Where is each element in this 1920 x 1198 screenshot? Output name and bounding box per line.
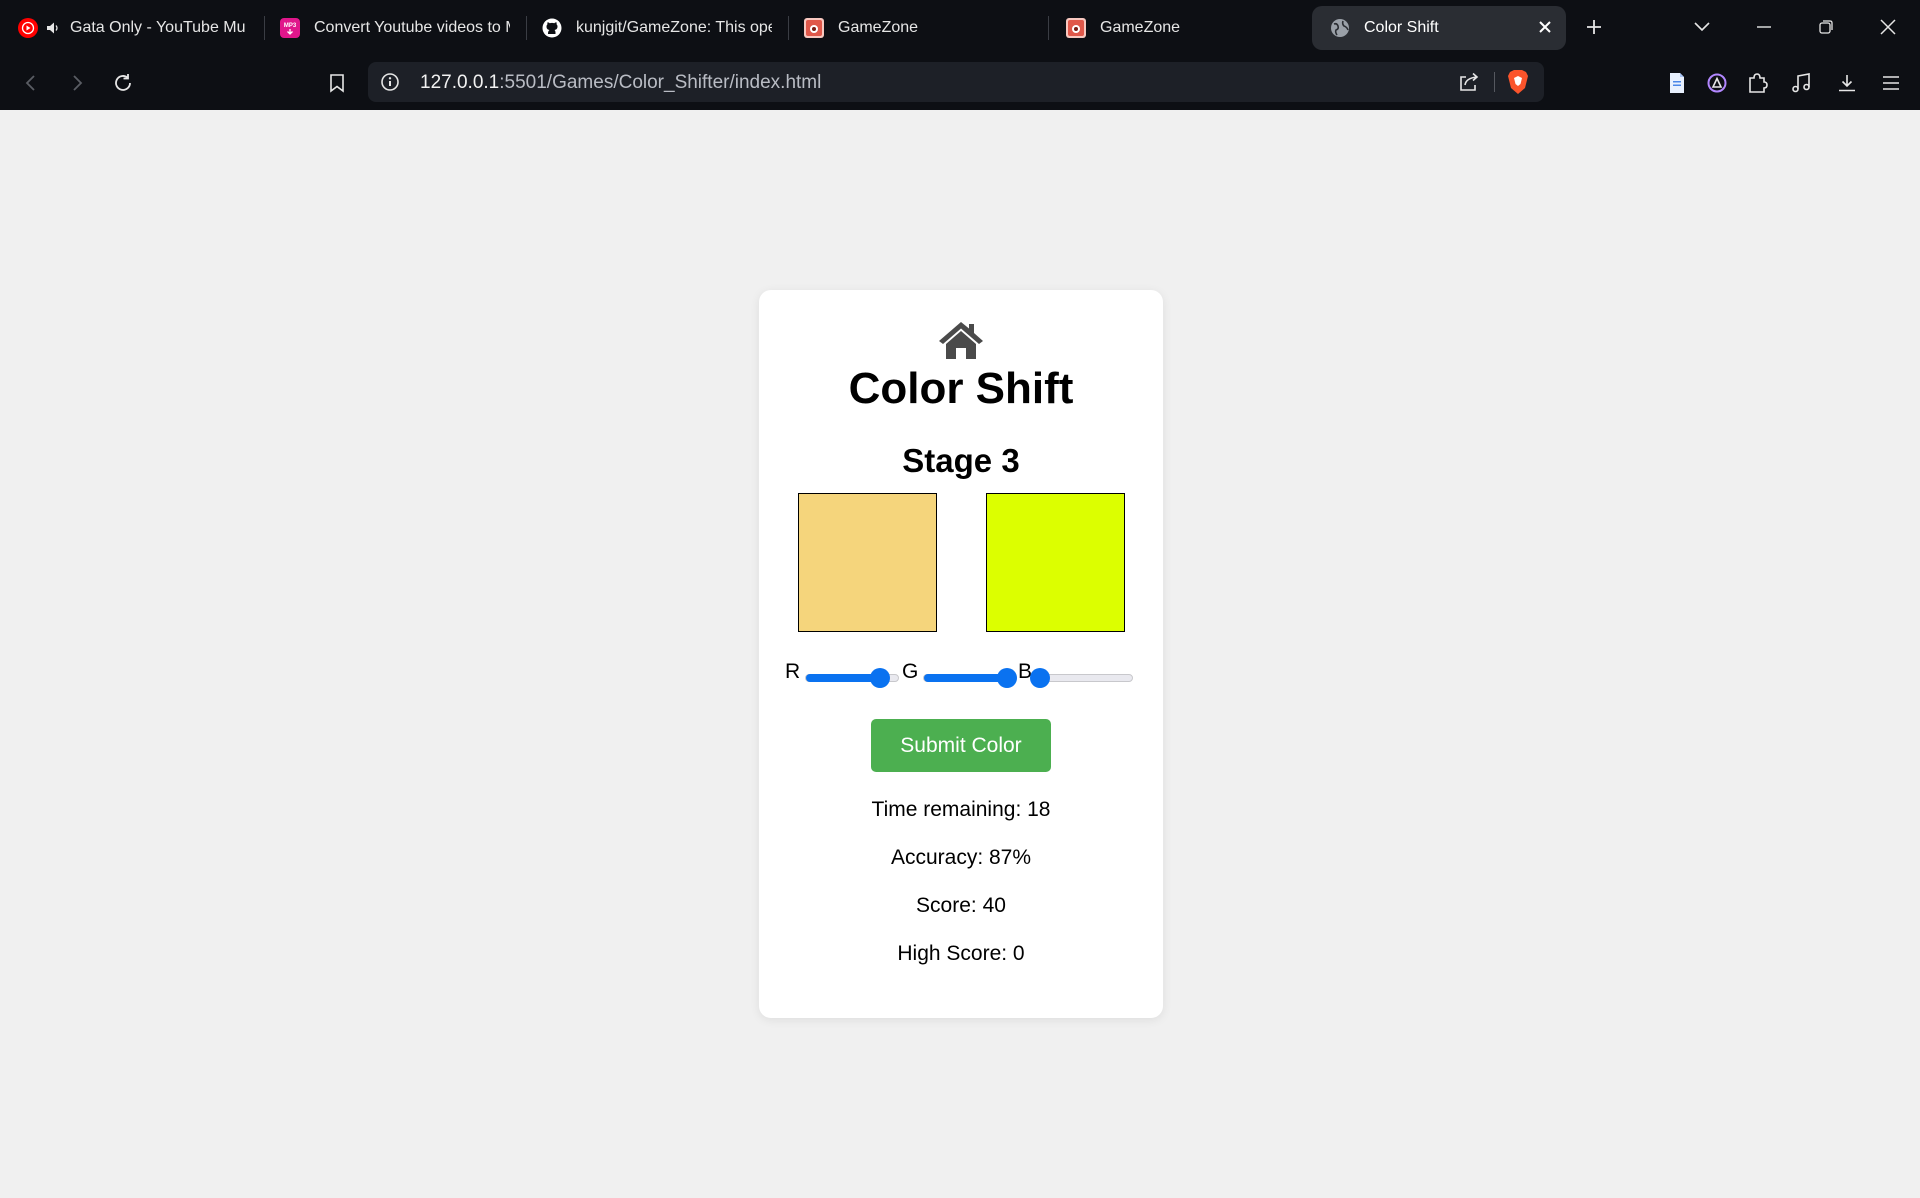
brave-shields-icon[interactable] [1504,68,1532,96]
green-slider-label: G [902,660,919,683]
address-bar[interactable]: 127.0.0.1:5501/Games/Color_Shifter/index… [368,62,1544,102]
svg-text:MP3: MP3 [284,23,297,29]
download-icon [1839,75,1855,92]
globe-icon [1330,18,1350,38]
url-text: 127.0.0.1:5501/Games/Color_Shifter/index… [420,72,821,94]
downloads-button[interactable] [1830,66,1864,100]
restore-button[interactable] [1808,10,1844,44]
red-slider-thumb[interactable] [869,668,890,688]
tab-gamezone-1[interactable]: GameZone [786,6,1048,50]
blue-slider[interactable] [1030,668,1133,688]
bookmark-button[interactable] [320,66,354,100]
green-slider-fill [924,674,1007,682]
high-score: High Score: 0 [897,942,1025,965]
red-slider-fill [806,674,880,682]
tab-github[interactable]: kunjgit/GameZone: This ope [524,6,786,50]
forward-arrow-icon [73,75,83,91]
hamburger-menu-icon [1883,76,1899,90]
restore-icon [1819,20,1833,34]
divider [1494,72,1495,92]
reload-button[interactable] [106,66,140,100]
browser-toolbar: 127.0.0.1:5501/Games/Color_Shifter/index… [0,54,1920,110]
site-info-icon[interactable] [378,70,402,94]
tab-title: kunjgit/GameZone: This ope [576,19,772,36]
bookmark-icon [330,74,344,93]
reload-icon [115,74,131,91]
red-slider[interactable] [805,668,899,688]
accuracy: Accuracy: 87% [890,846,1032,869]
green-slider[interactable] [923,668,1017,688]
game-title: Color Shift [848,364,1074,413]
submit-color-button[interactable]: Submit Color [871,719,1051,772]
url-host: 127.0.0.1 [420,72,500,93]
tab-search-button[interactable] [1684,10,1720,44]
stage-label: Stage 3 [902,442,1020,479]
tab-mp3-converter[interactable]: MP3 Convert Youtube videos to M [262,6,524,50]
share-icon[interactable] [1456,69,1482,95]
extensions-button[interactable] [1740,66,1774,100]
close-icon [1880,19,1896,35]
back-button[interactable] [14,66,48,100]
media-button[interactable] [1784,66,1818,100]
tab-gamezone-2[interactable]: GameZone [1048,6,1310,50]
close-window-button[interactable] [1870,10,1906,44]
tab-color-shift[interactable]: Color Shift [1312,6,1566,50]
document-extension-button[interactable] [1660,66,1694,100]
user-color-swatch [986,493,1125,632]
tab-title: GameZone [838,19,919,36]
menu-button[interactable] [1874,66,1908,100]
close-tab-icon[interactable] [1534,16,1556,38]
puzzle-icon [1749,73,1768,93]
tab-youtube-music[interactable]: Gata Only - YouTube Mu [0,6,262,50]
ai-assistant-icon [1707,73,1727,93]
game-card: Color Shift Stage 3 R G B Submit Color T… [759,290,1163,1018]
tab-title: Gata Only - YouTube Mu [70,19,246,36]
music-note-icon [1792,73,1810,93]
tab-bar: Gata Only - YouTube Mu MP3 Convert Youtu… [0,0,1920,54]
tab-title: Convert Youtube videos to M [314,19,510,36]
tab-title: Color Shift [1364,19,1439,36]
rgb-sliders: R G B [785,658,1145,694]
time-remaining: Time remaining: 18 [871,798,1051,821]
back-arrow-icon [25,75,35,91]
document-icon [1670,73,1684,93]
target-color-swatch [798,493,937,632]
url-path: :5501/Games/Color_Shifter/index.html [499,72,822,93]
red-slider-label: R [785,660,801,683]
youtube-music-icon [18,18,38,38]
chevron-down-icon [1694,22,1710,32]
github-icon [542,18,562,38]
score: Score: 40 [916,894,1006,917]
green-slider-thumb[interactable] [996,668,1017,688]
new-tab-button[interactable] [1576,10,1612,44]
audio-playing-icon[interactable] [46,18,60,38]
gamezone-icon [1066,18,1086,38]
leo-ai-button[interactable] [1700,66,1734,100]
minimize-icon [1757,26,1771,28]
home-icon[interactable] [937,320,985,360]
minimize-button[interactable] [1746,10,1782,44]
gamezone-icon [804,18,824,38]
mp3-converter-icon: MP3 [280,18,300,38]
blue-slider-thumb[interactable] [1030,668,1050,688]
forward-button[interactable] [60,66,94,100]
plus-icon [1587,20,1601,34]
tab-title: GameZone [1100,19,1181,36]
